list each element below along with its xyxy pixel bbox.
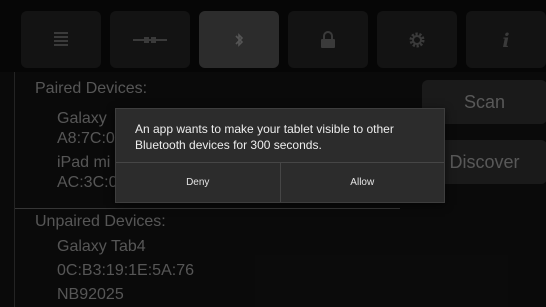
dialog-message: An app wants to make your tablet visible… bbox=[135, 122, 394, 152]
dialog-actions: Deny Allow bbox=[116, 162, 444, 202]
deny-button[interactable]: Deny bbox=[116, 163, 280, 202]
bluetooth-visibility-dialog: An app wants to make your tablet visible… bbox=[115, 108, 445, 203]
allow-button[interactable]: Allow bbox=[279, 163, 445, 202]
